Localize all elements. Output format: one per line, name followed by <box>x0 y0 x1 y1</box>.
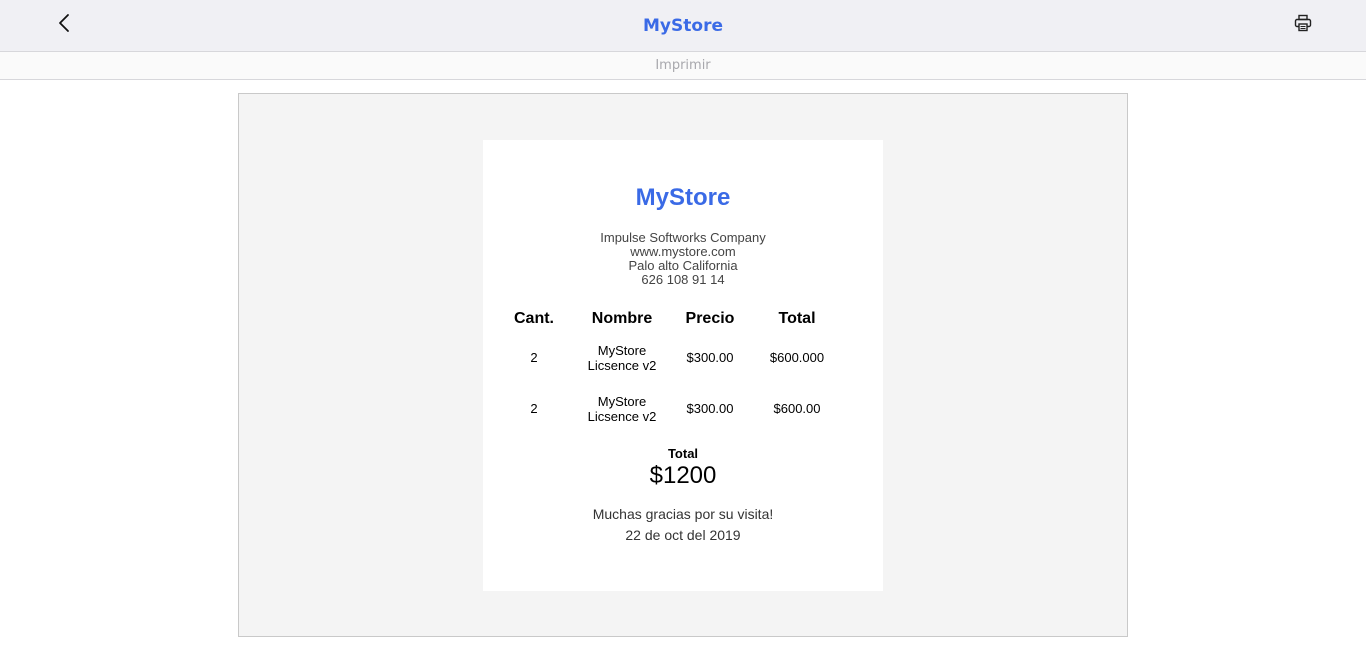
row-total: $600.00 <box>773 401 821 416</box>
row-qty: 2 <box>530 401 538 416</box>
company-name: Impulse Softworks Company <box>600 230 766 245</box>
toolbar-title: MyStore <box>643 16 723 36</box>
table-row: 2 MyStore Licsence v2 $300.00 $600.000 <box>509 332 859 383</box>
table-header-row: Cant. Nombre Precio Total <box>509 306 859 332</box>
back-button[interactable] <box>50 10 78 40</box>
store-website: www.mystore.com <box>630 244 736 259</box>
receipt-store-name: MyStore <box>635 184 731 211</box>
app-toolbar: MyStore <box>0 0 1366 52</box>
print-subtitle-bar: Imprimir <box>0 52 1366 80</box>
print-label: Imprimir <box>655 58 711 73</box>
column-header-total: Total <box>778 310 816 327</box>
chevron-left-icon <box>57 13 71 38</box>
row-name: MyStore Licsence v2 <box>559 332 685 383</box>
table-row: 2 MyStore Licsence v2 $300.00 $600.00 <box>509 383 859 434</box>
column-header-qty: Cant. <box>514 310 554 327</box>
store-address: Palo alto California <box>628 258 738 273</box>
printer-icon <box>1294 14 1312 37</box>
receipt-total-label: Total <box>667 446 699 461</box>
row-price: $300.00 <box>686 350 734 365</box>
column-header-name: Nombre <box>591 310 653 327</box>
print-button[interactable] <box>1290 12 1316 38</box>
row-total: $600.000 <box>769 350 825 365</box>
receipt-total-value: $1200 <box>649 462 717 489</box>
row-qty: 2 <box>530 350 538 365</box>
receipt-items-table: Cant. Nombre Precio Total 2 MyStore Lics… <box>509 306 859 434</box>
row-name-text: MyStore Licsence v2 <box>587 342 657 373</box>
row-price: $300.00 <box>686 401 734 416</box>
row-name: MyStore Licsence v2 <box>559 383 685 434</box>
store-phone: 626 108 91 14 <box>641 272 725 287</box>
column-header-price: Precio <box>685 310 735 327</box>
row-name-text: MyStore Licsence v2 <box>587 393 657 424</box>
receipt-date: 22 de oct del 2019 <box>625 527 741 543</box>
receipt: MyStore Impulse Softworks Company www.my… <box>483 140 883 591</box>
receipt-thanks-message: Muchas gracias por su visita! <box>592 506 774 522</box>
receipt-store-info: Impulse Softworks Company www.mystore.co… <box>483 231 883 287</box>
